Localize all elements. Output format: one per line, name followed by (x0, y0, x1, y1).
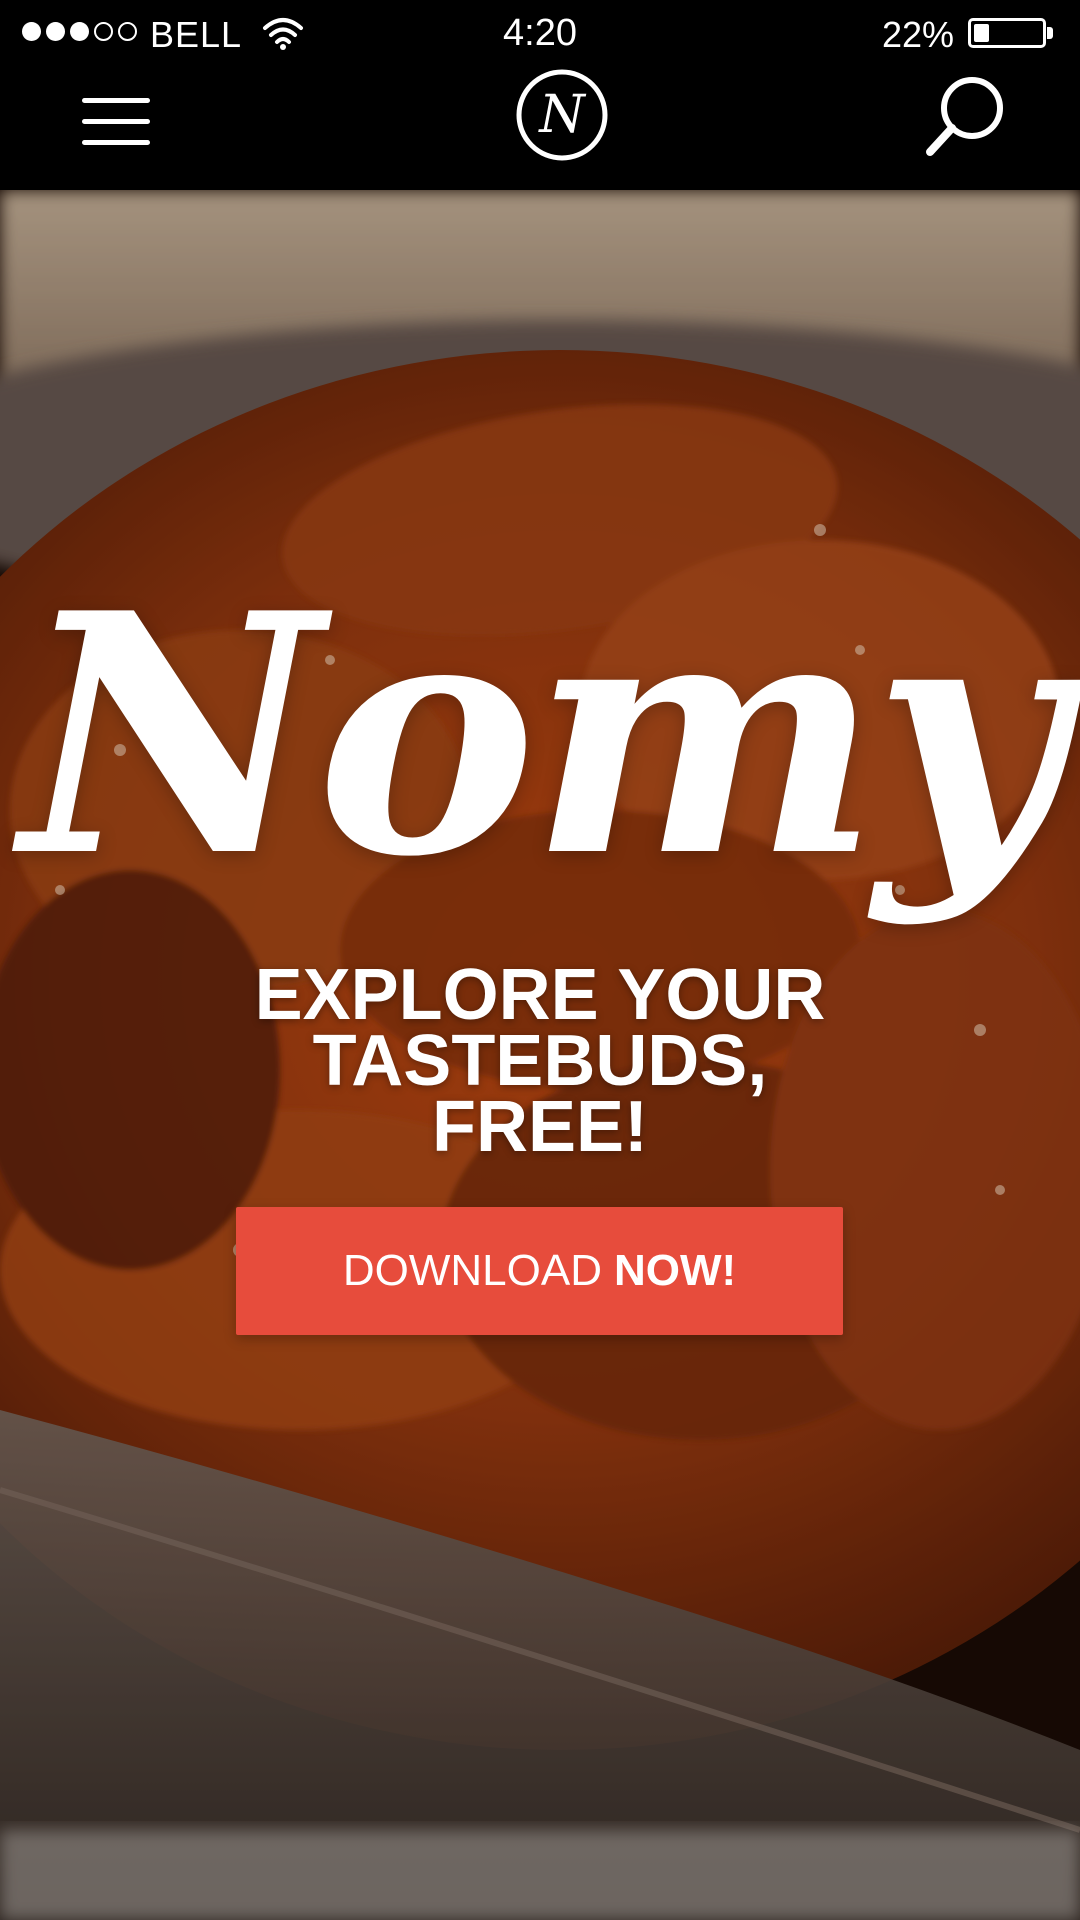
tagline-line-3: FREE! (432, 1087, 648, 1167)
hero-section: Nomy EXPLORE YOUR TASTEBUDS, FREE! DOWNL… (0, 190, 1080, 1920)
cta-text-regular: DOWNLOAD (342, 1246, 602, 1295)
battery-tip (1047, 27, 1053, 39)
download-now-button[interactable]: DOWNLOAD NOW! (236, 1207, 843, 1335)
battery-level (974, 24, 989, 42)
tagline: EXPLORE YOUR TASTEBUDS, FREE! (0, 955, 1080, 1167)
top-nav-bar: N (0, 66, 1080, 190)
battery-percent: 22% (881, 14, 954, 55)
brand-wordmark: Nomy (20, 541, 1066, 929)
status-bar: BELL 4:20 22% (0, 0, 1080, 66)
cta-text-bold: NOW! (613, 1246, 737, 1295)
tagline-line-2: TASTEBUDS, (312, 1021, 768, 1101)
logo-letter: N (537, 85, 586, 145)
app-logo[interactable]: N (515, 68, 609, 162)
search-icon[interactable] (922, 70, 1012, 160)
hamburger-menu-icon[interactable] (82, 98, 150, 146)
tagline-line-1: EXPLORE YOUR (254, 955, 826, 1035)
battery-icon (968, 18, 1046, 48)
